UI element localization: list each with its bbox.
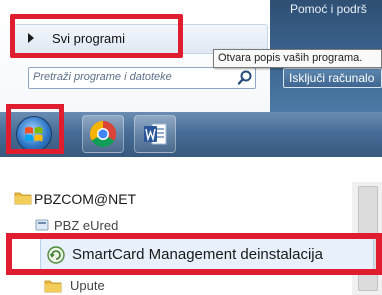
chrome-icon <box>89 120 117 148</box>
separator <box>0 157 382 182</box>
list-item-pbz-eured[interactable]: PBZ eUred <box>54 218 118 233</box>
highlight-frame-all-programs <box>10 14 183 58</box>
highlight-frame-start-button <box>6 104 64 154</box>
program-shortcut-icon <box>35 219 49 231</box>
word-taskbar-button[interactable] <box>134 115 176 153</box>
search-icon[interactable] <box>236 69 254 87</box>
shutdown-label: Isključi računalo <box>289 71 375 85</box>
help-and-support-link[interactable]: Pomoć i podrš <box>290 2 367 16</box>
chrome-taskbar-button[interactable] <box>82 115 124 153</box>
word-icon <box>144 123 167 145</box>
tooltip-text: Otvara popis vaših programa. <box>218 52 363 64</box>
folder-pbzcomnet[interactable]: PBZCOM@NET <box>34 191 136 207</box>
search-placeholder: Pretraži programe i datoteke <box>33 71 172 83</box>
folder-icon <box>44 280 62 293</box>
start-menu-screenshot: Pomoć i podrš Svi programi Pretraži prog… <box>0 0 382 157</box>
highlight-frame-smartcard-uninstall <box>6 233 382 275</box>
folder-icon <box>14 192 32 205</box>
list-item-upute[interactable]: Upute <box>70 278 105 293</box>
